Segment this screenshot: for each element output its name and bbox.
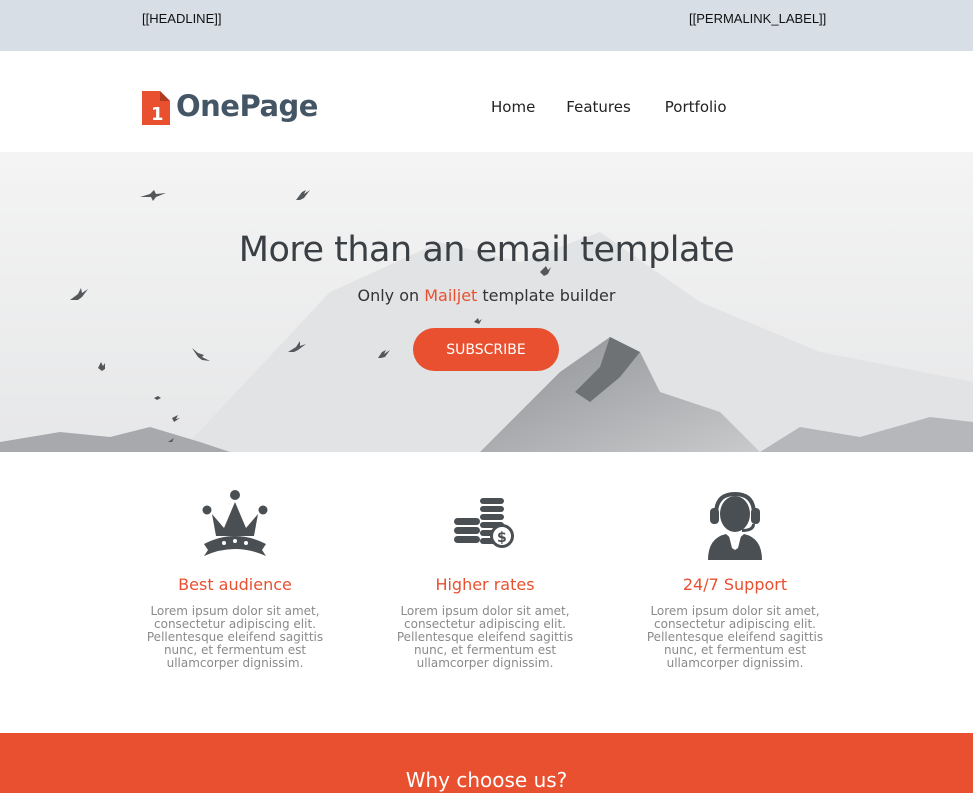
logo-digit: 1 xyxy=(151,104,164,125)
headline-placeholder: [[HEADLINE]] xyxy=(142,11,222,26)
feature-title: Best audience xyxy=(178,575,292,594)
hero-subtitle: Only on Mailjet template builder xyxy=(0,286,973,305)
site-header: 1 OnePage Home Features Portfolio xyxy=(0,51,973,152)
hero-title: More than an email template xyxy=(238,230,735,270)
headset-support-icon xyxy=(708,492,762,560)
svg-text:$: $ xyxy=(497,530,507,546)
nav-link-features[interactable]: Features xyxy=(566,98,631,116)
feature-title: 24/7 Support xyxy=(682,575,788,594)
logo-text: OnePage xyxy=(176,89,318,123)
hero-subtitle-brand: Mailjet xyxy=(424,286,478,305)
why-title: Why choose us? xyxy=(405,768,568,792)
nav-link-portfolio[interactable]: Portfolio xyxy=(665,98,727,116)
hero-banner: More than an email template Only on Mail… xyxy=(0,152,973,452)
permalink-link[interactable]: [[PERMALINK_LABEL]] xyxy=(689,11,826,26)
features-section: Best audience Lorem ipsum dolor sit amet… xyxy=(0,452,973,733)
nav-link-home[interactable]: Home xyxy=(491,98,535,116)
feature-text: Lorem ipsum dolor sit amet, consectetur … xyxy=(396,604,574,670)
subscribe-button[interactable]: SUBSCRIBE xyxy=(413,328,559,371)
preheader-bar: [[HEADLINE]] [[PERMALINK_LABEL]] xyxy=(0,0,973,51)
hero-subtitle-prefix: Only on xyxy=(357,286,425,305)
feature-text: Lorem ipsum dolor sit amet, consectetur … xyxy=(646,604,824,670)
coins-icon: $ xyxy=(454,498,514,548)
hero-subtitle-suffix: template builder xyxy=(477,286,616,305)
why-choose-us-section: Why choose us? xyxy=(0,733,973,793)
crown-icon xyxy=(202,490,268,556)
main-nav: Home Features Portfolio xyxy=(491,98,727,116)
logo-mark-icon: 1 xyxy=(142,91,170,125)
logo[interactable]: 1 OnePage xyxy=(142,87,318,125)
feature-title: Higher rates xyxy=(435,575,535,594)
feature-text: Lorem ipsum dolor sit amet, consectetur … xyxy=(146,604,324,670)
